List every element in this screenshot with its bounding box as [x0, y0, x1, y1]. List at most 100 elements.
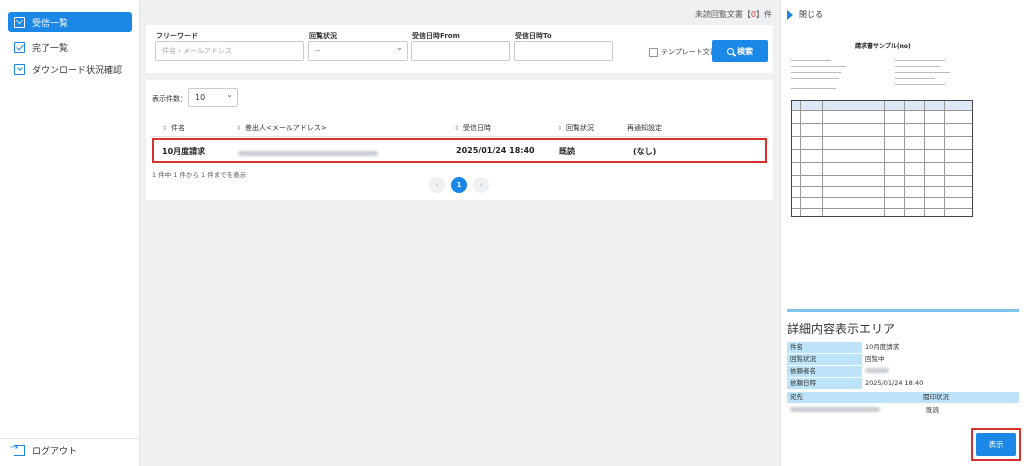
header-divider	[150, 136, 769, 137]
next-page-button[interactable]: ›	[473, 177, 489, 193]
preview-line	[895, 72, 950, 73]
per-page-label: 表示件数：	[152, 95, 187, 103]
column-received[interactable]: ⇕ 受信日時	[454, 123, 491, 133]
detail-key: 件名	[787, 342, 862, 353]
per-page-select[interactable]: 10	[188, 88, 238, 107]
freeword-input[interactable]: 件名・メールアドレス	[155, 41, 304, 61]
main-content: 未読回覧文書【0】件 フリーワード 件名・メールアドレス 回覧状況 -- 受信日…	[140, 0, 780, 466]
unread-counter: 未読回覧文書【0】件	[695, 9, 772, 20]
detail-value: 回覧中	[865, 355, 885, 363]
chevron-left-icon: ‹	[435, 181, 439, 189]
preview-line	[895, 66, 940, 67]
column-label: 受信日時	[463, 124, 492, 132]
column-sender[interactable]: ⇕ 差出人<メールアドレス>	[236, 123, 327, 133]
detail-value-redacted	[865, 366, 889, 377]
sidebar-item-label: 受信一覧	[32, 18, 69, 29]
caret-right-icon	[787, 9, 793, 20]
logout-icon	[10, 442, 25, 456]
sidebar-item-label: ダウンロード状況確認	[32, 65, 123, 76]
logout-button[interactable]: ログアウト	[8, 440, 132, 460]
destination-header: 宛先 閲印状況	[787, 392, 1019, 403]
result-count: 1 件中 1 件から 1 件までを表示	[152, 171, 247, 179]
detail-key: 回覧状況	[787, 354, 862, 365]
preview-table-header	[792, 101, 972, 110]
show-button[interactable]: 表示	[976, 433, 1016, 456]
row-renotify: (なし)	[633, 147, 657, 156]
received-from-label: 受信日時From	[412, 32, 460, 40]
sidebar-item-completed[interactable]: 完了一覧	[8, 37, 132, 57]
search-panel: フリーワード 件名・メールアドレス 回覧状況 -- 受信日時From 受信日時T…	[146, 25, 773, 73]
column-label: 差出人<メールアドレス>	[245, 124, 327, 132]
column-label: 回覧状況	[566, 124, 595, 132]
preview-line	[791, 66, 846, 67]
freeword-label: フリーワード	[156, 32, 198, 40]
detail-key: 依頼日時	[787, 378, 862, 389]
preview-line	[791, 78, 839, 79]
unread-label: 未読回覧文書【	[694, 10, 751, 19]
sidebar-item-download-status[interactable]: ダウンロード状況確認	[8, 59, 132, 79]
template-checkbox[interactable]	[649, 47, 658, 57]
row-subject: 10月度請求	[162, 147, 206, 156]
sort-icon: ⇕	[454, 125, 460, 132]
column-subject[interactable]: ⇕ 件名	[162, 123, 185, 133]
received-to-input[interactable]	[514, 41, 613, 61]
detail-key: 依頼者名	[787, 366, 862, 377]
row-received: 2025/01/24 18:40	[456, 146, 535, 155]
preview-line	[895, 84, 945, 85]
status-label: 回覧状況	[309, 32, 337, 40]
preview-line	[791, 60, 831, 61]
chevron-right-icon: ›	[479, 181, 483, 189]
per-page-value: 10	[195, 93, 206, 102]
search-button[interactable]: 検索	[712, 40, 768, 62]
panel-divider	[787, 309, 1019, 312]
destination-redacted	[790, 405, 880, 416]
freeword-placeholder: 件名・メールアドレス	[162, 47, 232, 55]
close-label: 閉じる	[799, 10, 823, 19]
show-button-highlight: 表示	[971, 428, 1021, 461]
preview-table	[791, 100, 973, 217]
sidebar-item-inbox[interactable]: 受信一覧	[8, 12, 132, 32]
preview-doc-title: 請求書サンプル(no)	[855, 43, 911, 50]
destination-row: 既読	[787, 405, 1019, 416]
column-status[interactable]: ⇕ 回覧状況	[557, 123, 594, 133]
sidebar-item-label: 完了一覧	[32, 43, 69, 54]
preview-line	[895, 78, 935, 79]
download-icon	[14, 63, 25, 75]
sort-icon: ⇕	[557, 125, 563, 132]
unread-suffix: 】件	[756, 10, 772, 19]
logout-label: ログアウト	[32, 446, 78, 457]
row-sender-redacted	[238, 149, 378, 158]
search-icon	[727, 47, 734, 55]
detail-panel: 閉じる 請求書サンプル(no) 詳細内容表示エリア 件名 10月度請求 回覧状況…	[780, 0, 1024, 466]
show-button-label: 表示	[988, 440, 1004, 449]
sort-icon: ⇕	[162, 125, 168, 132]
destination-label: 宛先	[790, 393, 803, 401]
status-select-value: --	[315, 47, 321, 55]
row-status: 既読	[559, 147, 575, 156]
sort-icon: ⇕	[236, 125, 242, 132]
page-button-current[interactable]: 1	[451, 177, 467, 193]
detail-value: 10月度請求	[865, 343, 900, 351]
preview-line	[791, 72, 841, 73]
column-renotify: 再通知設定	[627, 123, 662, 133]
check-box-icon	[14, 41, 25, 53]
sidebar-divider	[0, 438, 140, 439]
close-panel-button[interactable]: 閉じる	[787, 9, 823, 20]
sidebar: 受信一覧 完了一覧 ダウンロード状況確認 ログアウト	[0, 0, 140, 466]
column-label: 再通知設定	[627, 124, 662, 132]
page-number: 1	[456, 181, 462, 189]
document-preview[interactable]: 請求書サンプル(no)	[791, 30, 975, 225]
template-label: テンプレート文書	[661, 48, 717, 56]
table-row[interactable]: 10月度請求 2025/01/24 18:40 既読 (なし)	[152, 138, 767, 163]
search-button-label: 検索	[737, 46, 753, 56]
detail-value: 2025/01/24 18:40	[865, 379, 924, 387]
received-to-label: 受信日時To	[515, 32, 552, 40]
column-label: 件名	[171, 124, 186, 132]
prev-page-button[interactable]: ‹	[429, 177, 445, 193]
status-select[interactable]: --	[308, 41, 408, 61]
mail-icon	[14, 16, 25, 28]
received-from-input[interactable]	[411, 41, 510, 61]
preview-line	[791, 88, 836, 89]
template-filter[interactable]: テンプレート文書	[649, 47, 717, 57]
detail-title: 詳細内容表示エリア	[787, 322, 896, 336]
